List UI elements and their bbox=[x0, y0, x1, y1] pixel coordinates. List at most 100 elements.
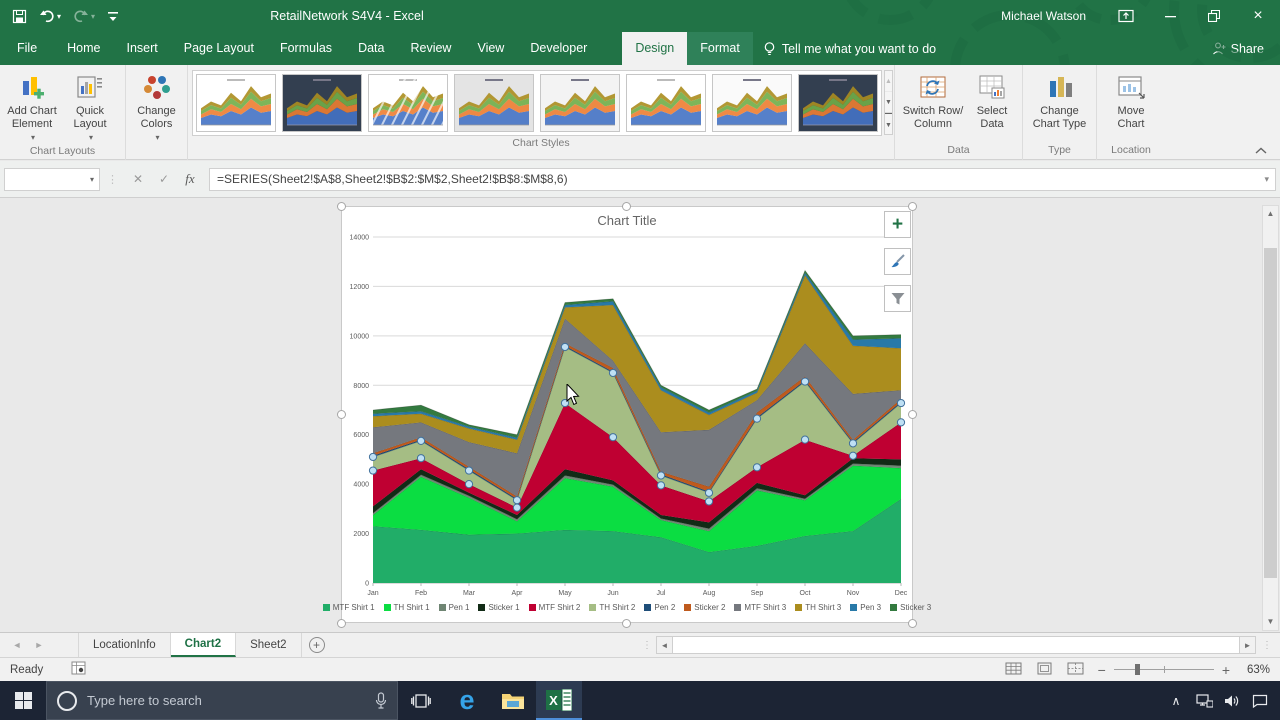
data-point-handle[interactable] bbox=[657, 472, 664, 479]
chart-style-thumbnail-2[interactable] bbox=[282, 74, 362, 132]
formula-input[interactable]: =SERIES(Sheet2!$A$8,Sheet2!$B$2:$M$2,She… bbox=[209, 168, 1276, 191]
close-button[interactable]: × bbox=[1236, 0, 1280, 32]
quick-layout-button[interactable]: Quick Layout ▾ bbox=[61, 69, 119, 144]
zoom-slider-thumb[interactable] bbox=[1135, 664, 1140, 675]
legend-item-sticker-3[interactable]: Sticker 3 bbox=[890, 603, 931, 612]
chart-object[interactable]: Chart Title 0200040006000800010000120001… bbox=[341, 206, 913, 623]
switch-row-column-button[interactable]: Switch Row/ Column bbox=[898, 69, 968, 131]
select-data-button[interactable]: Select Data bbox=[968, 69, 1016, 131]
ribbon-tab-data[interactable]: Data bbox=[345, 32, 397, 65]
selection-handle[interactable] bbox=[337, 410, 346, 419]
restore-button[interactable] bbox=[1192, 0, 1236, 32]
normal-view-button[interactable] bbox=[1005, 662, 1022, 678]
excel-taskbar-button[interactable]: X bbox=[536, 681, 582, 720]
new-sheet-button[interactable]: + bbox=[302, 633, 332, 657]
legend-item-mtf-shirt-3[interactable]: MTF Shirt 3 bbox=[734, 603, 786, 612]
scroll-up-icon[interactable]: ▲ bbox=[1263, 206, 1278, 222]
legend-item-pen-3[interactable]: Pen 3 bbox=[850, 603, 881, 612]
volume-icon[interactable] bbox=[1218, 681, 1246, 720]
ribbon-tab-view[interactable]: View bbox=[464, 32, 517, 65]
selection-handle[interactable] bbox=[337, 202, 346, 211]
legend-item-pen-2[interactable]: Pen 2 bbox=[644, 603, 675, 612]
tab-splitter-handle[interactable]: ⋮ bbox=[642, 633, 652, 657]
undo-button[interactable]: ▾ bbox=[35, 4, 65, 28]
chart-style-thumbnail-3[interactable] bbox=[368, 74, 448, 132]
zoom-percentage[interactable]: 63% bbox=[1238, 664, 1270, 676]
data-point-handle[interactable] bbox=[801, 378, 808, 385]
data-point-handle[interactable] bbox=[849, 452, 856, 459]
data-point-handle[interactable] bbox=[897, 419, 904, 426]
data-point-handle[interactable] bbox=[897, 399, 904, 406]
ribbon-tab-page-layout[interactable]: Page Layout bbox=[171, 32, 267, 65]
chart-style-thumbnail-6[interactable] bbox=[626, 74, 706, 132]
insert-function-button[interactable]: fx bbox=[177, 171, 203, 187]
change-chart-type-button[interactable]: Change Chart Type bbox=[1026, 69, 1093, 131]
vertical-scrollbar[interactable]: ▲ ▼ bbox=[1262, 205, 1279, 631]
sheet-tab-chart2[interactable]: Chart2 bbox=[171, 633, 236, 657]
data-point-handle[interactable] bbox=[369, 467, 376, 474]
selection-handle[interactable] bbox=[908, 619, 917, 628]
show-hidden-icons-button[interactable]: ∧ bbox=[1162, 681, 1190, 720]
name-box-dropdown-icon[interactable]: ▾ bbox=[90, 175, 94, 184]
edge-browser-button[interactable]: e bbox=[444, 681, 490, 720]
user-name[interactable]: Michael Watson bbox=[1001, 9, 1086, 23]
start-button[interactable] bbox=[0, 681, 46, 720]
gallery-scroll-down-button[interactable]: ▼ bbox=[885, 92, 892, 113]
data-point-handle[interactable] bbox=[753, 464, 760, 471]
data-point-handle[interactable] bbox=[657, 482, 664, 489]
data-point-handle[interactable] bbox=[465, 467, 472, 474]
data-point-handle[interactable] bbox=[849, 440, 856, 447]
taskbar-search-input[interactable] bbox=[87, 693, 365, 708]
record-macro-icon[interactable] bbox=[71, 661, 87, 678]
zoom-slider[interactable] bbox=[1114, 669, 1214, 670]
selection-handle[interactable] bbox=[337, 619, 346, 628]
chart-filters-button[interactable] bbox=[884, 285, 911, 312]
ribbon-tab-formulas[interactable]: Formulas bbox=[267, 32, 345, 65]
ribbon-tab-home[interactable]: Home bbox=[54, 32, 113, 65]
expand-formula-bar-icon[interactable]: ▾ bbox=[1264, 174, 1275, 185]
gallery-scroll-up-button[interactable]: ▲ bbox=[885, 71, 892, 92]
data-point-handle[interactable] bbox=[753, 415, 760, 422]
data-point-handle[interactable] bbox=[801, 436, 808, 443]
ribbon-display-options-button[interactable] bbox=[1104, 0, 1148, 32]
legend-item-sticker-2[interactable]: Sticker 2 bbox=[684, 603, 725, 612]
data-point-handle[interactable] bbox=[465, 481, 472, 488]
scrollbar-thumb[interactable] bbox=[1264, 248, 1277, 578]
add-chart-element-button[interactable]: Add Chart Element ▾ bbox=[3, 69, 61, 144]
customize-quick-access-button[interactable] bbox=[103, 4, 123, 28]
selection-handle[interactable] bbox=[622, 202, 631, 211]
chart-style-thumbnail-4[interactable] bbox=[454, 74, 534, 132]
tell-me-box[interactable]: Tell me what you want to do bbox=[763, 32, 936, 65]
data-point-handle[interactable] bbox=[561, 343, 568, 350]
legend-item-sticker-1[interactable]: Sticker 1 bbox=[478, 603, 519, 612]
data-point-handle[interactable] bbox=[369, 453, 376, 460]
cancel-button[interactable]: ✕ bbox=[125, 172, 151, 186]
data-point-handle[interactable] bbox=[513, 504, 520, 511]
network-icon[interactable] bbox=[1190, 681, 1218, 720]
legend-item-mtf-shirt-2[interactable]: MTF Shirt 2 bbox=[529, 603, 581, 612]
data-point-handle[interactable] bbox=[705, 489, 712, 496]
data-point-handle[interactable] bbox=[609, 369, 616, 376]
chart-title[interactable]: Chart Title bbox=[342, 213, 912, 228]
chart-elements-button[interactable]: + bbox=[884, 211, 911, 238]
sheet-nav-left-icon[interactable]: ◄ bbox=[6, 633, 28, 657]
chart-style-thumbnail-1[interactable] bbox=[196, 74, 276, 132]
gallery-more-button[interactable]: ▼ bbox=[885, 113, 892, 134]
microphone-icon[interactable] bbox=[375, 692, 387, 710]
chart-legend[interactable]: MTF Shirt 1TH Shirt 1Pen 1Sticker 1MTF S… bbox=[342, 603, 912, 612]
ribbon-tab-file[interactable]: File bbox=[0, 32, 54, 65]
sheet-nav-right-icon[interactable]: ► bbox=[28, 633, 50, 657]
data-point-handle[interactable] bbox=[417, 437, 424, 444]
legend-item-th-shirt-1[interactable]: TH Shirt 1 bbox=[384, 603, 430, 612]
taskbar-search-box[interactable] bbox=[46, 681, 398, 720]
zoom-out-button[interactable]: − bbox=[1098, 662, 1106, 678]
enter-button[interactable]: ✓ bbox=[151, 172, 177, 186]
name-box-input[interactable] bbox=[5, 172, 88, 186]
minimize-button[interactable] bbox=[1148, 0, 1192, 32]
move-chart-button[interactable]: Move Chart bbox=[1103, 69, 1159, 131]
data-point-handle[interactable] bbox=[417, 455, 424, 462]
chart-styles-button[interactable] bbox=[884, 248, 911, 275]
horizontal-scrollbar[interactable]: ◄ ► bbox=[656, 636, 1256, 654]
page-break-preview-button[interactable] bbox=[1067, 662, 1084, 678]
selection-handle[interactable] bbox=[908, 202, 917, 211]
